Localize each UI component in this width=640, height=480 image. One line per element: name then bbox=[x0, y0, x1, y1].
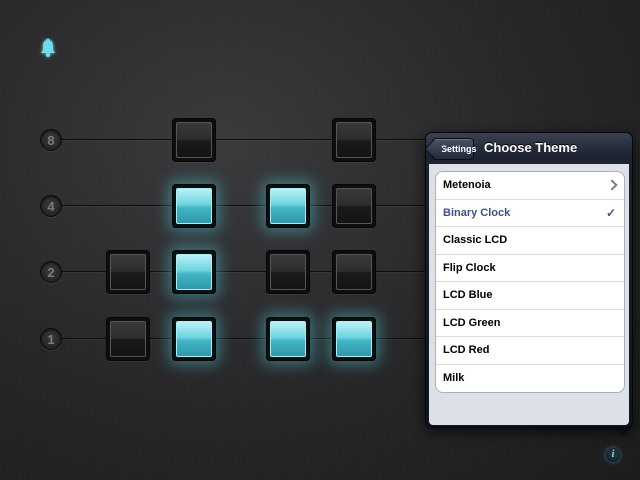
theme-label: Classic LCD bbox=[443, 234, 508, 246]
bit-4-col-4 bbox=[332, 184, 376, 228]
theme-label: LCD Blue bbox=[443, 289, 493, 301]
bit-key bbox=[336, 122, 372, 158]
theme-item-milk[interactable]: Milk bbox=[436, 365, 624, 393]
bit-key bbox=[110, 321, 146, 357]
row-label-8: 8 bbox=[40, 129, 62, 151]
row-label-1: 1 bbox=[40, 328, 62, 350]
bit-key bbox=[270, 188, 306, 224]
bit-key bbox=[176, 321, 212, 357]
theme-item-lcd-red[interactable]: LCD Red bbox=[436, 337, 624, 365]
theme-item-lcd-blue[interactable]: LCD Blue bbox=[436, 282, 624, 310]
settings-back-button[interactable]: Settings bbox=[432, 138, 477, 160]
theme-item-lcd-green[interactable]: LCD Green bbox=[436, 310, 624, 337]
bit-key bbox=[176, 122, 212, 158]
popover-title: Choose Theme bbox=[484, 140, 578, 155]
row-label-2: 2 bbox=[40, 261, 62, 283]
bit-1-col-2 bbox=[172, 317, 216, 361]
bit-key bbox=[270, 254, 306, 290]
bit-4-col-3 bbox=[266, 184, 310, 228]
bit-8-col-2 bbox=[172, 118, 216, 162]
bit-row-4: 4 bbox=[0, 184, 425, 228]
bit-2-col-1 bbox=[106, 250, 150, 294]
theme-label: LCD Red bbox=[443, 344, 490, 356]
checkmark-icon: ✓ bbox=[605, 205, 616, 220]
popover-header: Settings Choose Theme bbox=[426, 133, 632, 165]
bit-row-2: 2 bbox=[0, 250, 425, 294]
bit-key bbox=[336, 321, 372, 357]
theme-popover: Settings Choose Theme Metenoia Binary Cl… bbox=[425, 132, 633, 428]
bit-key bbox=[270, 321, 306, 357]
theme-label: Metenoia bbox=[443, 179, 491, 191]
bell-icon[interactable] bbox=[38, 38, 58, 60]
theme-list: Metenoia Binary Clock ✓ Classic LCD Flip… bbox=[435, 171, 625, 393]
theme-label: Flip Clock bbox=[443, 261, 496, 274]
bit-2-col-3 bbox=[266, 250, 310, 294]
bit-2-col-4 bbox=[332, 250, 376, 294]
chevron-right-icon bbox=[606, 179, 618, 191]
row-label-4: 4 bbox=[40, 195, 62, 217]
popover-arrow bbox=[614, 427, 632, 437]
theme-item-flip-clock[interactable]: Flip Clock bbox=[436, 255, 624, 282]
bit-1-col-4 bbox=[332, 317, 376, 361]
binary-clock-screen: 8 4 2 1 Settings Choose Theme Metenoia B… bbox=[0, 0, 640, 480]
bit-1-col-3 bbox=[266, 317, 310, 361]
bit-2-col-2 bbox=[172, 250, 216, 294]
bit-key bbox=[176, 188, 212, 224]
bit-key bbox=[336, 188, 372, 224]
theme-item-binary-clock[interactable]: Binary Clock ✓ bbox=[436, 200, 624, 227]
bit-1-col-1 bbox=[106, 317, 150, 361]
bit-row-1: 1 bbox=[0, 317, 425, 361]
info-icon[interactable]: i bbox=[606, 448, 620, 462]
popover-body: Metenoia Binary Clock ✓ Classic LCD Flip… bbox=[429, 164, 629, 425]
theme-label: Binary Clock bbox=[443, 206, 511, 219]
bit-8-col-4 bbox=[332, 118, 376, 162]
bit-key bbox=[176, 254, 212, 290]
bit-key bbox=[336, 254, 372, 290]
bit-key bbox=[110, 254, 146, 290]
theme-item-metenoia[interactable]: Metenoia bbox=[436, 172, 624, 200]
theme-item-classic-lcd[interactable]: Classic LCD bbox=[436, 227, 624, 255]
bit-row-8: 8 bbox=[0, 118, 425, 162]
theme-label: Milk bbox=[443, 371, 465, 384]
bit-4-col-2 bbox=[172, 184, 216, 228]
theme-label: LCD Green bbox=[443, 316, 501, 329]
